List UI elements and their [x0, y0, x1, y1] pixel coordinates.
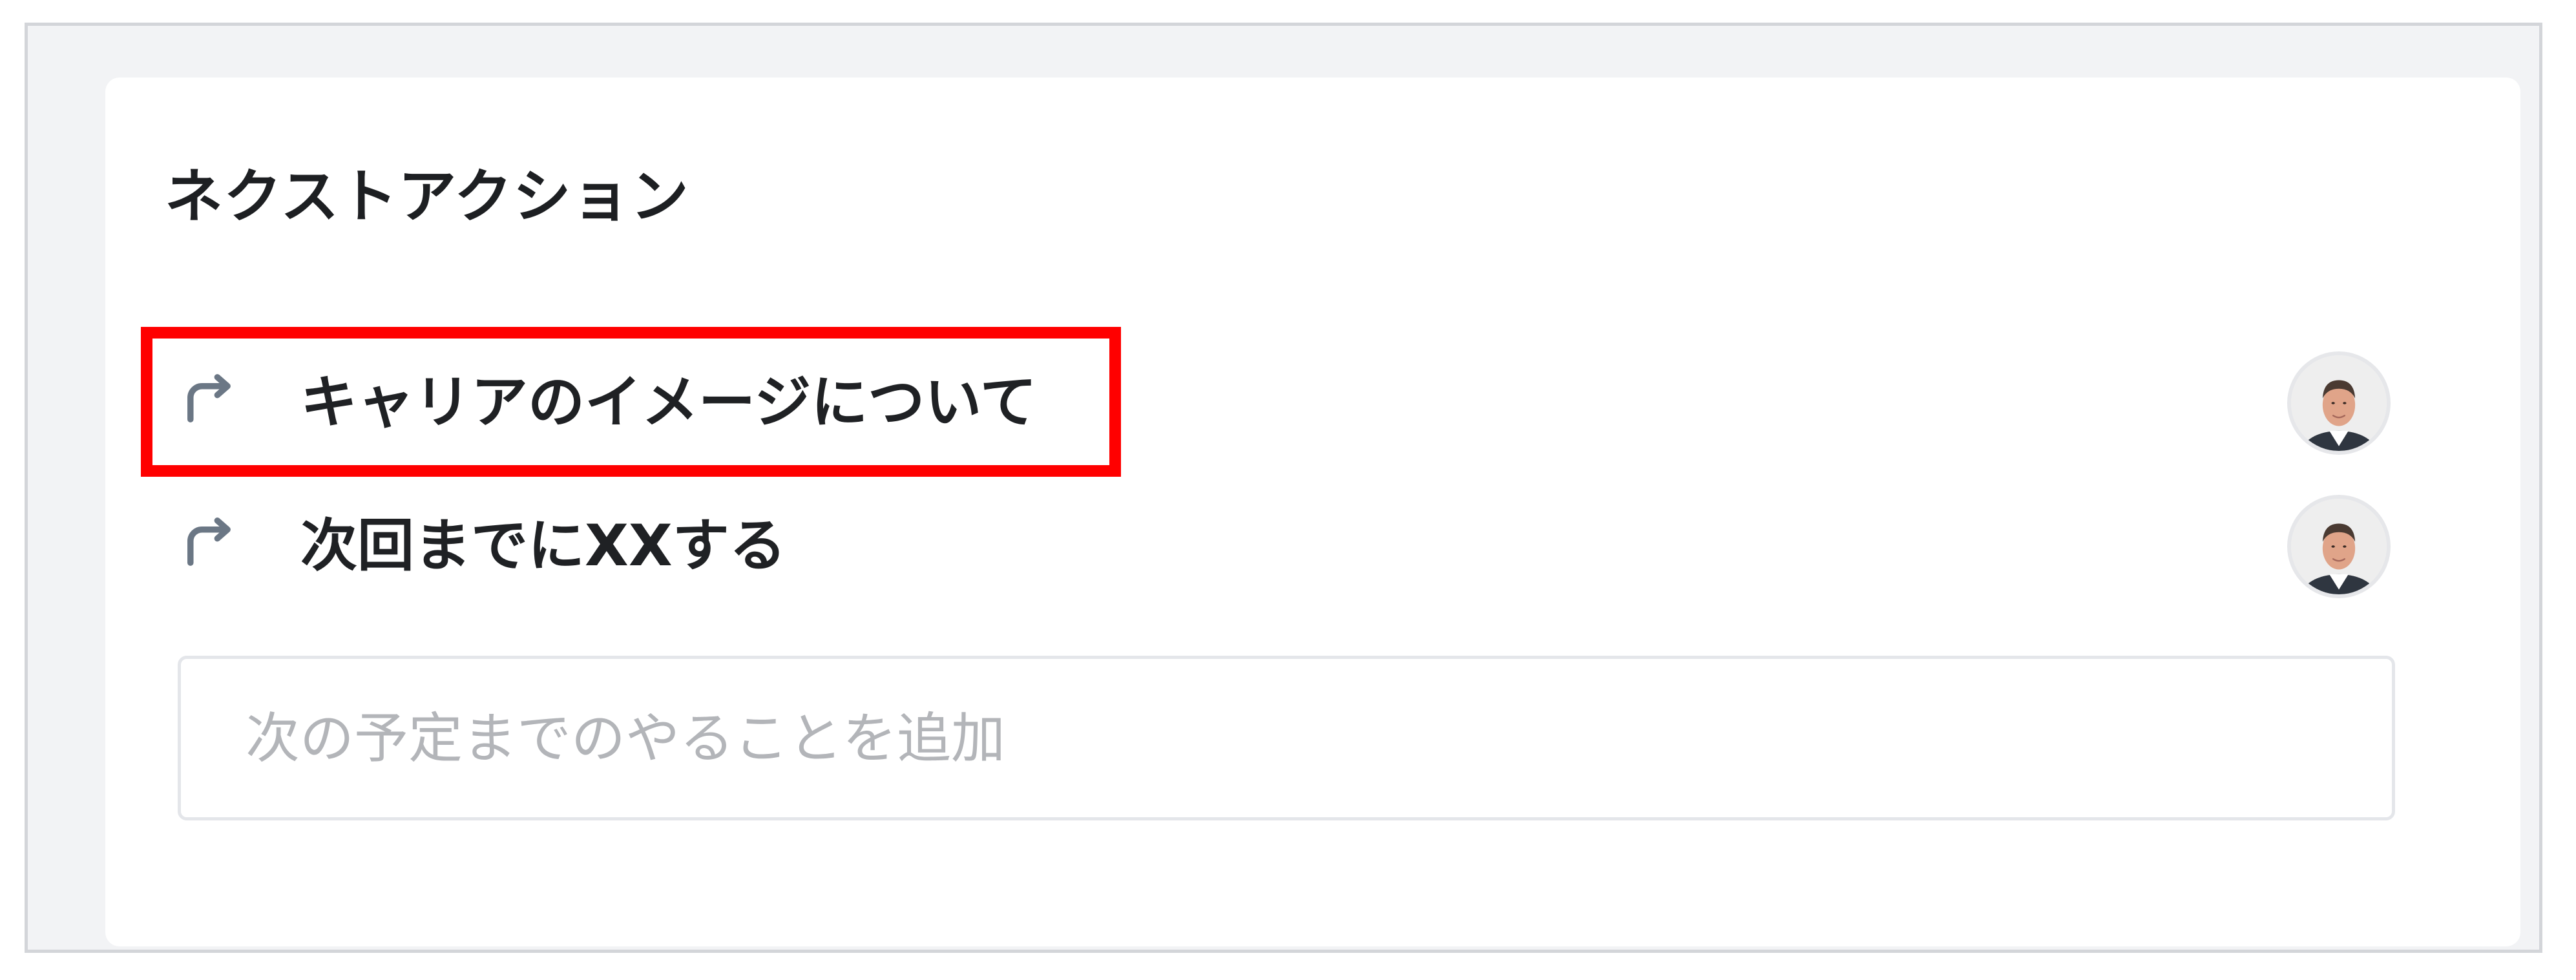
avatar[interactable]: [2287, 495, 2391, 598]
action-item-label: キャリアのイメージについて: [300, 369, 1037, 435]
add-action-input[interactable]: [181, 659, 2392, 817]
add-action-field[interactable]: [178, 656, 2395, 820]
repeat-icon: [178, 368, 239, 430]
avatar[interactable]: [2287, 351, 2391, 455]
action-item[interactable]: キャリアのイメージについて: [149, 342, 2410, 465]
action-item[interactable]: 次回までにXXする: [149, 486, 2410, 609]
repeat-icon: [178, 512, 239, 573]
action-item-label: 次回までにXXする: [300, 512, 786, 579]
section-title: ネクストアクション: [165, 163, 689, 231]
